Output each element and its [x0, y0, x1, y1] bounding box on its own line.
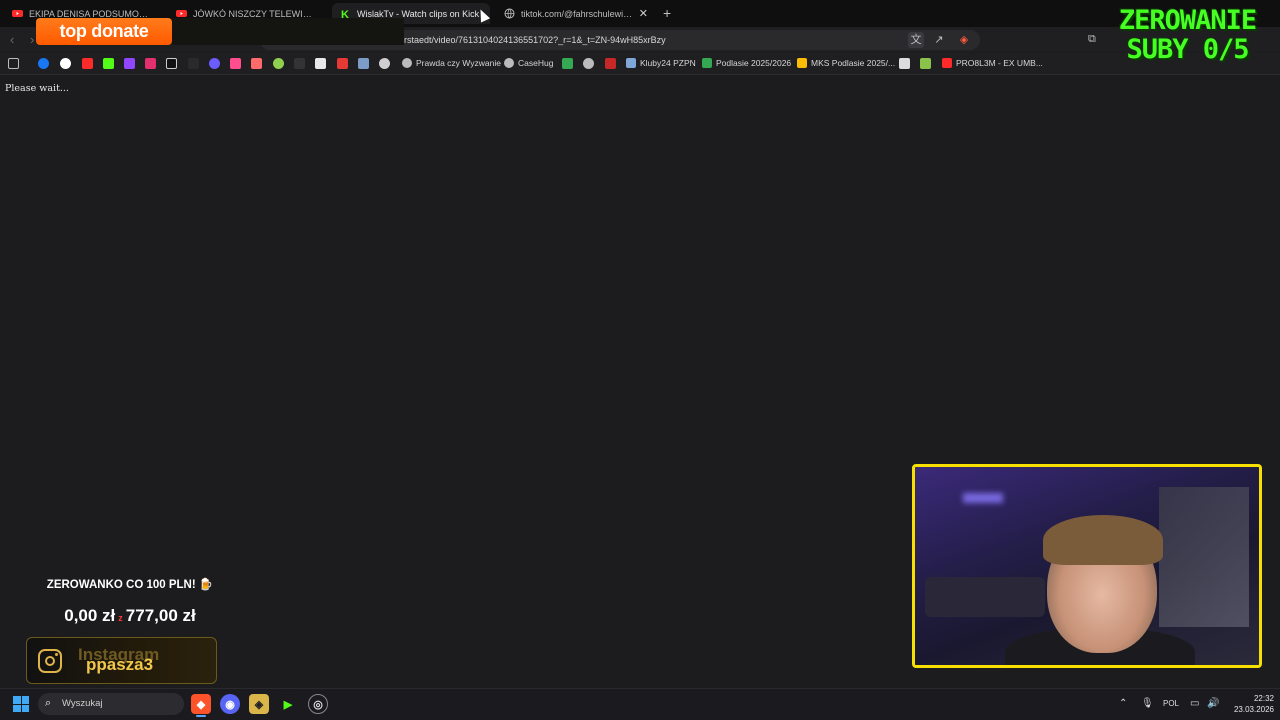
top-donate-value-bar [172, 18, 404, 45]
address-url[interactable]: rstaedt/video/7613104024136551702?_r=1&_… [404, 35, 666, 45]
search-icon: ⌕ [45, 697, 52, 709]
share-icon[interactable]: ↗ [931, 32, 947, 48]
obs-icon[interactable]: ◎ [308, 694, 328, 714]
top-donate-badge: top donate [36, 18, 172, 45]
volume-icon[interactable]: 🔊 [1207, 698, 1219, 709]
extensions-icon[interactable]: ⧉ [1088, 33, 1096, 46]
new-tab-button[interactable]: + [663, 5, 671, 21]
google-icon[interactable] [60, 58, 71, 69]
tab-title: JÓWKÓ NISZCZY TELEWIZOR#parszy [193, 8, 316, 19]
zero-title-line2: SUBY 0/5 [1126, 34, 1249, 65]
tab-title: tiktok.com/@fahrschulewilmerst [521, 8, 633, 19]
youtube-icon [12, 8, 23, 19]
close-icon[interactable]: ✕ [639, 7, 648, 20]
goal-separator: z [118, 613, 123, 623]
discord-icon[interactable]: ◉ [220, 694, 240, 714]
messenger-icon[interactable] [209, 58, 220, 69]
donation-goal-amounts: 0,00 zł z 777,00 zł [0, 606, 260, 626]
x-icon[interactable] [315, 58, 326, 69]
bookmark-icon[interactable] [273, 58, 284, 69]
play-icon[interactable]: ▶ [278, 694, 298, 714]
kick-icon[interactable] [103, 58, 114, 69]
tiktok-icon[interactable] [166, 58, 177, 69]
windows-start-icon[interactable] [13, 696, 29, 712]
sheets-icon[interactable] [562, 58, 573, 69]
goal-current: 0,00 zł [64, 606, 116, 625]
bookmark-casehug[interactable]: CaseHug [504, 58, 553, 68]
globe-icon [402, 58, 412, 68]
bookmark-icon[interactable] [294, 58, 305, 69]
microphone-icon[interactable]: 🎙 [1141, 698, 1154, 709]
instagram-handle: ppasza3 [86, 655, 154, 674]
brave-browser-icon[interactable]: ◆ [191, 694, 211, 714]
bookmark-icon[interactable] [358, 58, 369, 69]
streamer-hair [1043, 515, 1163, 565]
globe-icon [504, 8, 515, 19]
zerowanie-subs-counter: ZEROWANIE SUBY 0/5 [1100, 6, 1275, 64]
taskbar-search-placeholder[interactable]: Wyszukaj [62, 698, 103, 709]
tab-title: WislakTv - Watch clips on Kick [357, 8, 480, 19]
globe-icon[interactable] [583, 58, 594, 69]
back-icon[interactable]: ‹ [10, 32, 14, 47]
bookmark-kluby24-pzpn[interactable]: Kluby24 PZPN [626, 58, 696, 68]
clock-date: 23.03.2026 [1233, 705, 1274, 714]
taskbar-search[interactable] [38, 693, 184, 715]
bookmark-icon[interactable] [337, 58, 348, 69]
youtube-icon[interactable] [82, 58, 93, 69]
forward-icon[interactable]: › [30, 32, 34, 47]
bookmark-pro8l3m[interactable]: PRO8L3M - EX UMB... [942, 58, 1043, 68]
goal-target: 777,00 zł [125, 606, 196, 625]
bookmark-icon[interactable] [605, 58, 616, 69]
clock[interactable]: 22:32 23.03.2026 [1224, 693, 1274, 715]
tipply-icon[interactable] [188, 58, 199, 69]
stairs [1159, 487, 1249, 627]
globe-icon [504, 58, 514, 68]
loading-text: Please wait... [5, 83, 69, 94]
webcam-overlay [912, 464, 1262, 668]
mail-icon[interactable] [251, 58, 262, 69]
sofa [925, 577, 1045, 617]
twitch-icon[interactable] [124, 58, 135, 69]
zero-title-line1: ZEROWANIE [1118, 5, 1257, 36]
bookmark-podlasie-2025-2026[interactable]: Podlasie 2025/2026 [702, 58, 791, 68]
apps-grid-icon[interactable] [8, 58, 19, 69]
donation-goal-title: ZEROWANKO CO 100 PLN! 🍺 [46, 579, 214, 591]
bookmark-icon[interactable] [379, 58, 390, 69]
sheets-icon [702, 58, 712, 68]
facebook-icon[interactable] [38, 58, 49, 69]
active-indicator [196, 715, 206, 717]
bookmark-icon[interactable] [899, 58, 910, 69]
app-icon[interactable]: ◈ [249, 694, 269, 714]
language-indicator[interactable]: POL [1163, 699, 1179, 708]
bookmark-icon[interactable] [230, 58, 241, 69]
instagram-icon [38, 649, 62, 673]
translate-icon[interactable]: 文 [908, 32, 924, 48]
tab-tiktok[interactable]: tiktok.com/@fahrschulewilmerst ✕ [496, 3, 656, 24]
bookmark-icon[interactable] [920, 58, 931, 69]
network-icon[interactable]: ▭ [1190, 698, 1199, 709]
brave-shield-icon[interactable]: ◈ [956, 32, 972, 48]
clock-time: 22:32 [1253, 694, 1274, 703]
bookmark-prawda-czy-wyzwanie[interactable]: Prawda czy Wyzwanie [402, 58, 501, 68]
chevron-up-icon[interactable]: ⌃ [1119, 698, 1127, 709]
drive-icon [797, 58, 807, 68]
neon-light [963, 493, 1003, 503]
tab-title: EKIPA DENISA PODSUMOWUJE WYG [29, 8, 154, 19]
bookmark-mks-podlasie[interactable]: MKS Podlasie 2025/... [797, 58, 895, 68]
instagram-icon[interactable] [145, 58, 156, 69]
youtube-icon [942, 58, 952, 68]
bookmark-icon [626, 58, 636, 68]
screen: EKIPA DENISA PODSUMOWUJE WYG JÓWKÓ NISZC… [0, 0, 1280, 720]
